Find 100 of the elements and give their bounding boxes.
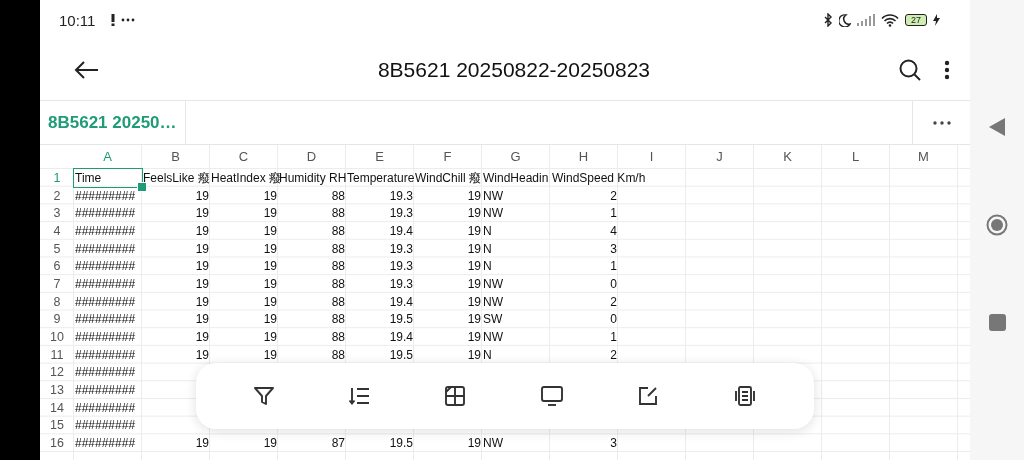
document-title: 8B5621 20250822-20250823	[376, 58, 652, 82]
table-cell: 19	[467, 223, 482, 238]
square-icon	[988, 314, 1006, 331]
table-cell: #########	[74, 436, 136, 451]
signal-icon	[857, 14, 875, 26]
table-cell: N	[482, 241, 492, 256]
table-cell: 19.5	[389, 436, 414, 451]
table-cell: 88	[331, 330, 346, 345]
column-header[interactable]: C	[210, 145, 278, 168]
back-nav-button[interactable]	[989, 118, 1005, 136]
table-cell: 19	[263, 330, 278, 345]
table-cell: 19.4	[389, 330, 414, 345]
column-header[interactable]: J	[686, 145, 754, 168]
table-cell: 19	[467, 347, 482, 362]
table-cell: #########	[74, 259, 136, 274]
row-header[interactable]: 3	[40, 204, 74, 223]
table-cell: 2	[610, 294, 618, 309]
column-header[interactable]: H	[550, 145, 618, 168]
more-horizontal-icon	[932, 120, 951, 125]
filter-icon	[252, 385, 275, 407]
table-cell: 1	[610, 259, 618, 274]
column-header[interactable]: F	[414, 145, 482, 168]
table-cell: 1	[610, 206, 618, 221]
row-header[interactable]: 10	[40, 328, 74, 346]
table-cell: 19.3	[389, 276, 414, 291]
row-header[interactable]: 12	[40, 363, 74, 382]
table-cell: 0	[610, 276, 618, 291]
table-cell: N	[482, 223, 492, 238]
row-header[interactable]: 2	[40, 186, 74, 205]
row-header[interactable]: 6	[40, 257, 74, 276]
table-cell: WindSpeed Km/h	[551, 170, 646, 185]
table-cell: 19	[467, 276, 482, 291]
table-cell: 2	[610, 347, 618, 362]
table-cell: 19	[467, 188, 482, 203]
more-vertical-icon	[944, 60, 950, 80]
row-header[interactable]: 11	[40, 345, 74, 364]
table-cell: #########	[74, 276, 136, 291]
table-cell: #########	[74, 188, 136, 203]
table-cell: 19	[263, 312, 278, 327]
table-cell: 19	[195, 347, 210, 362]
table-cell: 19	[263, 294, 278, 309]
table-cell: 19	[467, 241, 482, 256]
table-cell: #########	[74, 206, 136, 221]
sort-list-icon	[348, 385, 371, 407]
status-time: 10:11	[59, 11, 96, 29]
column-header[interactable]: G	[482, 145, 550, 168]
column-header[interactable]: M	[890, 145, 958, 168]
circle-icon	[986, 214, 1008, 236]
table-cell: 19	[195, 436, 210, 451]
table-cell: 88	[331, 188, 346, 203]
row-header[interactable]: 16	[40, 434, 74, 452]
table-cell: 0	[610, 312, 618, 327]
table-cell: 19.3	[389, 259, 414, 274]
row-header[interactable]: 4	[40, 222, 74, 240]
search-icon	[898, 58, 922, 82]
row-header[interactable]: 13	[40, 381, 74, 399]
table-cell: #########	[74, 223, 136, 238]
table-cell: Temperature	[346, 170, 415, 185]
table-cell: NW	[482, 206, 503, 221]
table-cell: 87	[331, 436, 346, 451]
table-cell: 19	[195, 276, 210, 291]
table-cell: 19	[195, 206, 210, 221]
table-cell: #########	[74, 347, 136, 362]
table-cell: WindChill 癈	[414, 170, 481, 185]
table-cell: NW	[482, 276, 503, 291]
table-cell: 19	[467, 259, 482, 274]
document-icon	[733, 385, 758, 407]
bluetooth-icon	[824, 13, 833, 27]
table-cell: 19	[195, 330, 210, 345]
home-nav-button[interactable]	[986, 214, 1008, 236]
table-cell: 3	[610, 241, 618, 256]
column-header[interactable]: I	[618, 145, 686, 168]
row-header[interactable]: 14	[40, 398, 74, 417]
table-cell: SW	[482, 312, 503, 327]
table-cell: #########	[74, 330, 136, 345]
table-cell: 88	[331, 259, 346, 274]
column-header[interactable]: D	[278, 145, 346, 168]
row-header[interactable]: 7	[40, 275, 74, 293]
recents-nav-button[interactable]	[988, 314, 1006, 331]
table-cell: 88	[331, 223, 346, 238]
table-cell: 19	[467, 436, 482, 451]
table-cell: 19	[263, 276, 278, 291]
row-header[interactable]: 5	[40, 239, 74, 258]
column-header[interactable]: A	[74, 145, 142, 168]
column-header[interactable]: E	[346, 145, 414, 168]
back-arrow-icon	[74, 61, 100, 79]
table-cell: 19	[467, 330, 482, 345]
row-header[interactable]: 15	[40, 416, 74, 435]
row-header[interactable]: 8	[40, 292, 74, 311]
triangle-icon	[989, 118, 1005, 136]
table-cell: 88	[331, 347, 346, 362]
more-notifications-icon	[121, 18, 136, 22]
column-header[interactable]: B	[142, 145, 210, 168]
row-header[interactable]: 9	[40, 310, 74, 329]
table-cell: WindHeadin	[482, 170, 549, 185]
column-header[interactable]: L	[822, 145, 890, 168]
table-cell: 88	[331, 276, 346, 291]
table-cell: 88	[331, 312, 346, 327]
column-header[interactable]: K	[754, 145, 822, 168]
battery-indicator: 27	[905, 14, 927, 26]
